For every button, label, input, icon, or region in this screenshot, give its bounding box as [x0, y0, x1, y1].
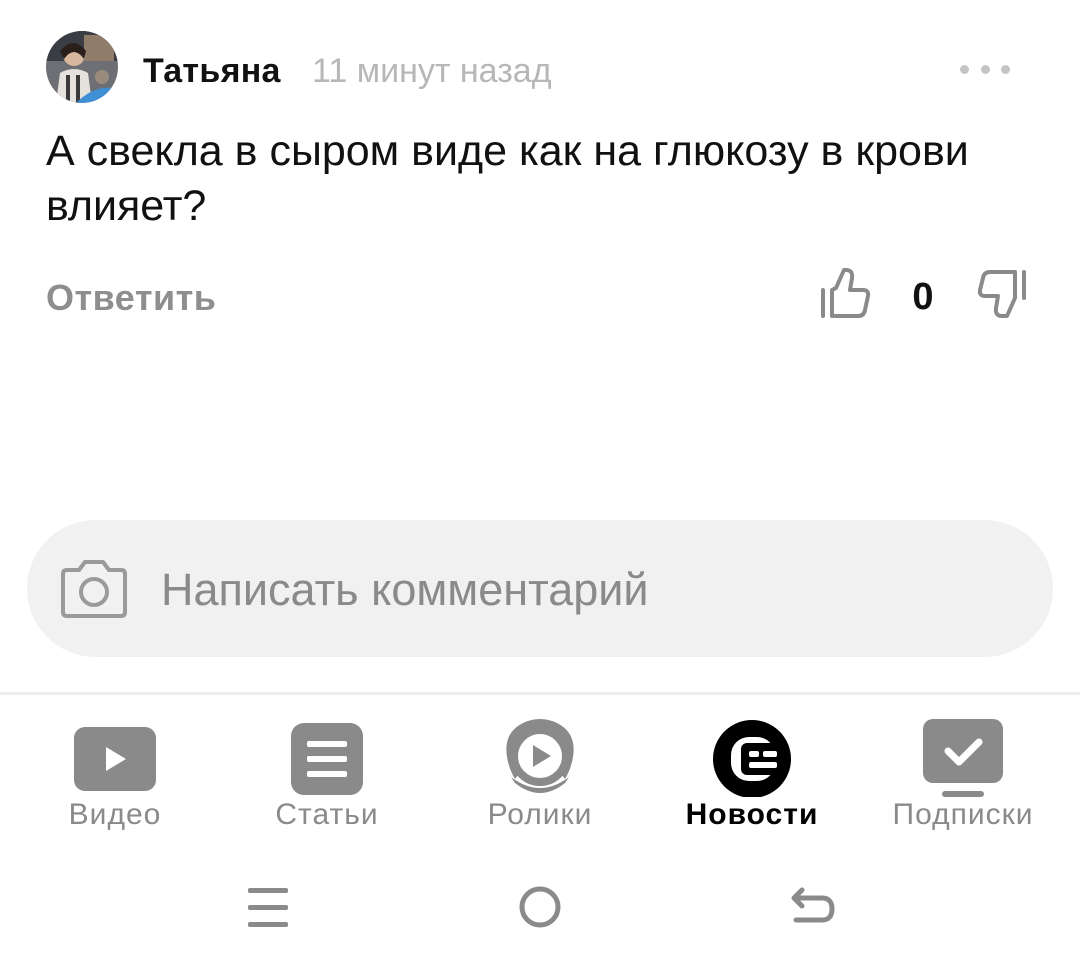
tab-label: Статьи [275, 798, 379, 831]
back-arrow-icon[interactable] [782, 878, 842, 938]
tab-news[interactable]: Новости [652, 695, 852, 845]
avatar[interactable] [46, 31, 118, 103]
score-value: 0 [912, 276, 934, 318]
tab-articles[interactable]: Статьи [227, 695, 427, 845]
more-dots-icon[interactable] [960, 58, 1010, 80]
news-icon [707, 707, 797, 798]
tab-video[interactable]: Видео [15, 695, 215, 845]
comment-placeholder: Написать комментарий [161, 564, 649, 615]
clips-icon [495, 707, 585, 797]
author-name[interactable]: Татьяна [143, 52, 281, 91]
home-circle-icon[interactable] [510, 878, 570, 938]
bottom-tab-bar: Видео Статьи Ролики Новости Подписки [0, 695, 1080, 845]
tab-label: Новости [685, 798, 819, 831]
thumbs-up-icon[interactable] [818, 266, 872, 322]
tab-label: Подписки [892, 798, 1034, 831]
video-play-icon [70, 707, 160, 797]
system-navigation-bar [0, 860, 1080, 961]
comment-input[interactable]: Написать комментарий [27, 520, 1053, 657]
articles-icon [282, 707, 372, 797]
comment-text: А свекла в сыром виде как на глюкозу в к… [46, 127, 969, 230]
comment-time: 11 минут назад [312, 52, 552, 90]
reply-button[interactable]: Ответить [46, 277, 216, 319]
tab-label: Видео [68, 798, 162, 831]
tab-clips[interactable]: Ролики [440, 695, 640, 845]
tab-label: Ролики [487, 798, 593, 831]
comment: Татьяна 11 минут назад А свекла в сыром … [0, 0, 1080, 350]
thumbs-down-icon[interactable] [974, 266, 1030, 322]
menu-icon[interactable] [238, 878, 298, 938]
camera-icon[interactable] [59, 558, 129, 620]
tab-subscriptions[interactable]: Подписки [863, 695, 1063, 845]
subscriptions-icon [918, 707, 1008, 797]
